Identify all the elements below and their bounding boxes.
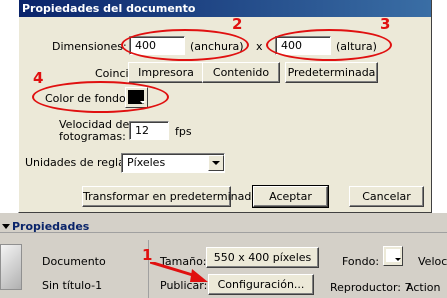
size-button[interactable]: 550 x 400 píxeles: [206, 247, 319, 268]
annotation-number-2: 2: [232, 15, 243, 33]
ruler-units-value: Píxeles: [127, 156, 166, 169]
stage-background-swatch[interactable]: [383, 246, 403, 266]
ruler-units-label: Unidades de regla:: [25, 156, 129, 169]
annotation-ellipse-height: [266, 29, 392, 61]
frame-rate-label: Veloci: [418, 255, 447, 268]
properties-panel-title: Propiedades: [12, 220, 90, 233]
annotation-ellipse-bgcolor: [32, 81, 169, 113]
document-name: Sin título-1: [42, 279, 103, 292]
ok-button[interactable]: Aceptar: [252, 185, 329, 208]
make-default-button[interactable]: Transformar en predeterminado: [82, 186, 258, 207]
dropdown-corner-icon: [395, 258, 401, 261]
cancel-button[interactable]: Cancelar: [349, 186, 424, 207]
background-label: Fondo:: [342, 255, 380, 268]
background-area-left: [0, 0, 18, 213]
player-version-label: Reproductor: 7: [330, 281, 412, 294]
flash-document-icon: [0, 244, 22, 290]
collapse-arrow-icon[interactable]: [2, 224, 10, 229]
times-label: x: [256, 40, 263, 53]
background-area-right: [432, 0, 447, 213]
actionscript-label: Action: [406, 281, 441, 294]
dimensions-label: Dimensiones:: [52, 40, 127, 53]
annotation-number-4: 4: [33, 69, 44, 87]
annotation-arrow-icon: [150, 262, 208, 282]
dialog-title: Propiedades del documento: [19, 0, 431, 17]
match-printer-button[interactable]: Impresora: [128, 62, 204, 83]
framerate-unit-label: fps: [175, 125, 192, 138]
framerate-label-line2: fotogramas:: [59, 130, 126, 143]
chevron-down-icon: [212, 161, 220, 165]
annotation-number-1: 1: [142, 246, 153, 264]
match-contents-button[interactable]: Contenido: [202, 62, 280, 83]
annotation-number-3: 3: [380, 15, 391, 33]
annotation-ellipse-width: [121, 29, 249, 61]
ruler-units-dropdown-button[interactable]: [208, 155, 224, 171]
framerate-input[interactable]: 12: [129, 121, 169, 140]
match-default-button[interactable]: Predeterminada: [285, 62, 378, 83]
document-label: Documento: [42, 255, 106, 268]
publish-settings-button[interactable]: Configuración...: [208, 274, 314, 295]
